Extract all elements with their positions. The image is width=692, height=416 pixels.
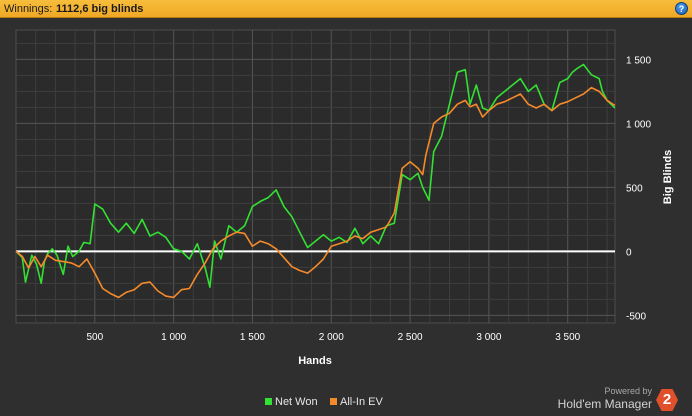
winnings-chart: 500 1 000 1 500 2 000 2 500 3 000 3 500 -500 0 5… <box>15 29 674 367</box>
x-tick-label: 3 500 <box>555 332 580 343</box>
y-axis-title: Big Blinds <box>662 150 674 204</box>
y-tick-label: 500 <box>626 183 643 194</box>
x-tick-label: 2 500 <box>398 332 423 343</box>
x-tick-label: 3 000 <box>476 332 501 343</box>
x-tick-label: 1 000 <box>161 332 186 343</box>
brand-name: Hold'em Manager <box>557 397 652 411</box>
x-tick-labels: 500 1 000 1 500 2 000 2 500 3 000 3 500 <box>86 332 580 343</box>
y-tick-labels: -500 0 500 1 000 1 500 <box>626 55 651 322</box>
plot-area <box>15 29 616 324</box>
x-axis-title: Hands <box>298 355 332 367</box>
y-tick-label: 0 <box>626 247 632 258</box>
y-tick-label: 1 500 <box>626 55 651 66</box>
x-tick-label: 2 000 <box>319 332 344 343</box>
y-tick-label: -500 <box>626 311 646 322</box>
y-tick-label: 1 000 <box>626 119 651 130</box>
legend-swatch-all-in-ev <box>330 398 337 405</box>
legend-item-net-won[interactable]: Net Won <box>265 396 318 408</box>
legend-swatch-net-won <box>265 398 272 405</box>
x-tick-label: 500 <box>86 332 103 343</box>
x-tick-label: 1 500 <box>240 332 265 343</box>
legend-label-all-in-ev: All-In EV <box>340 396 383 408</box>
legend-item-all-in-ev[interactable]: All-In EV <box>330 396 383 408</box>
chart-grid <box>15 29 616 324</box>
powered-by-text: Powered by <box>604 386 652 396</box>
legend-label-net-won: Net Won <box>275 396 318 408</box>
